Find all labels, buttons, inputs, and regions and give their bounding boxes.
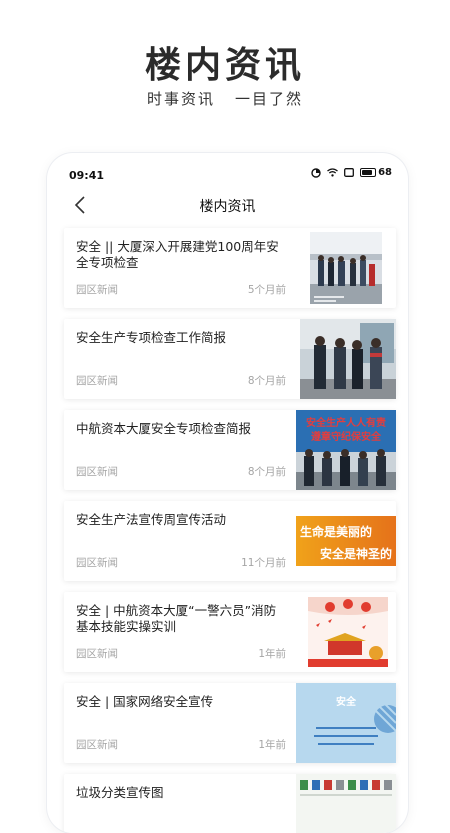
promo-subtitle: 时事资讯 一目了然 — [0, 88, 450, 109]
news-time: 11个月前 — [241, 557, 286, 569]
banner-text-line2: 安全是神圣的 — [320, 546, 392, 561]
status-time: 09:41 — [69, 169, 105, 182]
news-time: 8个月前 — [247, 466, 286, 478]
news-card[interactable]: 安全 | 国家网络安全宣传 园区新闻 1年前 安全 — [64, 683, 396, 763]
news-thumbnail — [300, 319, 396, 399]
nav-bar: 楼内资讯 — [47, 189, 408, 221]
news-title: 安全生产法宣传周宣传活动 — [76, 512, 227, 527]
page-title: 楼内资讯 — [199, 199, 256, 215]
wifi-icon — [327, 168, 338, 177]
phone-frame: 09:41 68 楼内资讯 安全 || 大厦深入开展建党100周年安全专项检查 … — [47, 153, 408, 833]
board-text-line2: 遵章守纪保安全 — [311, 430, 382, 443]
banner-text-line1: 生命是美丽的 — [300, 524, 372, 539]
news-category: 园区新闻 — [76, 375, 118, 387]
promo-title: 楼内资讯 — [144, 44, 305, 86]
news-category: 园区新闻 — [76, 284, 118, 296]
news-title: 安全 | 国家网络安全宣传 — [76, 694, 214, 709]
news-time: 1年前 — [258, 648, 286, 660]
board-text-line1: 安全生产人人有责 — [306, 416, 386, 429]
news-thumbnail — [296, 774, 396, 833]
status-bar: 09:41 68 — [47, 153, 408, 193]
status-icons: 68 — [311, 167, 392, 178]
news-thumbnail — [310, 232, 382, 304]
news-category: 园区新闻 — [76, 648, 118, 660]
news-title: 安全 | 中航资本大厦“一警六员”消防基本技能实操实训 — [76, 603, 277, 634]
news-card[interactable]: 中航资本大厦安全专项检查简报 园区新闻 8个月前 安全生产人人有责 遵章守纪保安… — [64, 410, 396, 490]
nfc-icon — [311, 167, 321, 178]
news-card[interactable]: 垃圾分类宣传图 — [64, 774, 396, 833]
news-category: 园区新闻 — [76, 739, 118, 751]
news-category: 园区新闻 — [76, 466, 118, 478]
news-thumbnail: 安全生产人人有责 遵章守纪保安全 — [296, 410, 396, 490]
promo-subtitle-right: 一目了然 — [235, 90, 304, 108]
battery-level: 68 — [378, 167, 392, 178]
news-title: 垃圾分类宣传图 — [76, 785, 164, 800]
screen-icon — [344, 168, 355, 177]
news-card[interactable]: 安全生产专项检查工作简报 园区新闻 8个月前 — [64, 319, 396, 399]
news-thumbnail: 安全 — [296, 683, 396, 763]
news-card[interactable]: 安全生产法宣传周宣传活动 园区新闻 11个月前 生命是美丽的 安全是神圣的 — [64, 501, 396, 581]
battery-icon: 68 — [360, 167, 392, 178]
news-title: 中航资本大厦安全专项检查简报 — [76, 421, 252, 436]
news-thumbnail: 生命是美丽的 安全是神圣的 — [296, 516, 396, 566]
news-category: 园区新闻 — [76, 557, 118, 569]
news-card[interactable]: 安全 | 中航资本大厦“一警六员”消防基本技能实操实训 园区新闻 1年前 — [64, 592, 396, 672]
news-time: 8个月前 — [247, 375, 286, 387]
news-thumbnail — [308, 597, 388, 667]
news-card[interactable]: 安全 || 大厦深入开展建党100周年安全专项检查 园区新闻 5个月前 — [64, 228, 396, 308]
news-title: 安全 || 大厦深入开展建党100周年安全专项检查 — [76, 239, 279, 270]
news-title: 安全生产专项检查工作简报 — [76, 330, 227, 345]
news-time: 1年前 — [258, 739, 286, 751]
cyber-thumb-text: 安全 — [336, 695, 357, 708]
promo-subtitle-left: 时事资讯 — [146, 90, 215, 108]
news-time: 5个月前 — [247, 284, 286, 296]
